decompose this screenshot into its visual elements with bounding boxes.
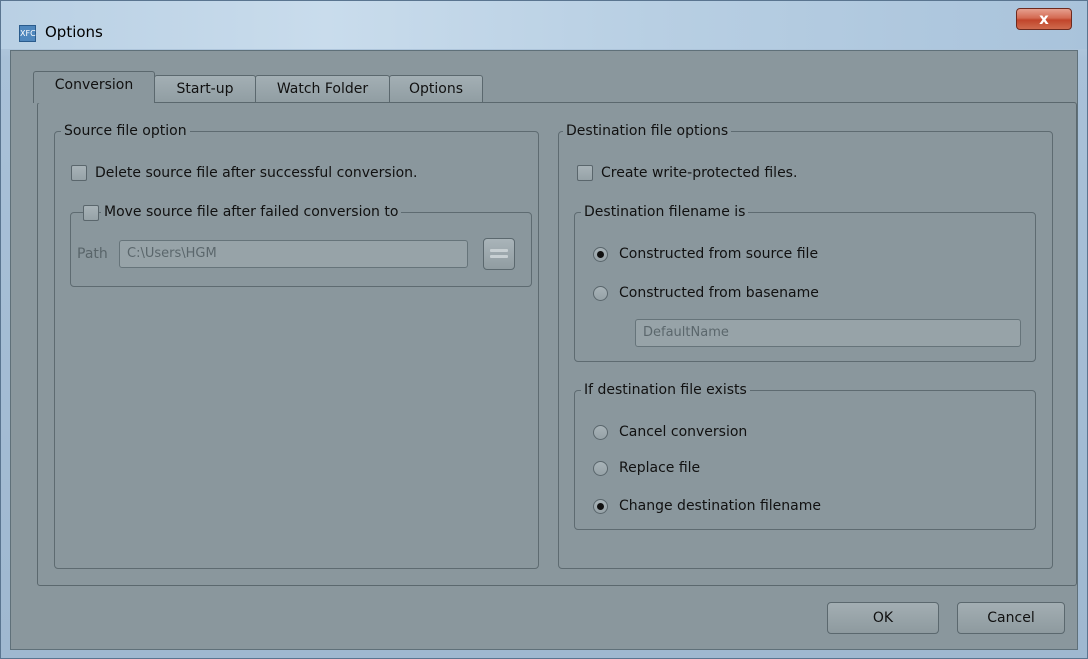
source-file-legend: Source file option (61, 122, 190, 140)
radio-change-destination-filename[interactable] (593, 499, 608, 514)
app-icon: XFC (19, 25, 36, 42)
cancel-button[interactable]: Cancel (957, 602, 1065, 634)
write-protect-checkbox[interactable] (577, 165, 593, 181)
change-destination-filename-label[interactable]: Change destination filename (619, 497, 821, 515)
options-dialog: XFC Options x Conversion Start-up Watch … (0, 0, 1088, 659)
path-label: Path (77, 246, 108, 262)
move-source-groupbox: Move source file after failed conversion… (70, 203, 532, 287)
replace-file-label[interactable]: Replace file (619, 459, 700, 477)
destination-exists-legend: If destination file exists (581, 381, 750, 399)
title-bar[interactable]: XFC Options x (1, 1, 1087, 49)
close-button[interactable]: x (1016, 8, 1072, 30)
cancel-conversion-label[interactable]: Cancel conversion (619, 423, 747, 441)
tab-watch-folder[interactable]: Watch Folder (255, 75, 390, 103)
window-title: Options (45, 23, 103, 41)
dialog-body: Conversion Start-up Watch Folder Options… (10, 50, 1078, 650)
delete-source-label[interactable]: Delete source file after successful conv… (95, 164, 418, 182)
constructed-from-basename-label[interactable]: Constructed from basename (619, 284, 819, 302)
destination-filename-groupbox: Destination filename is Constructed from… (574, 203, 1036, 362)
write-protect-label[interactable]: Create write-protected files. (601, 164, 797, 182)
radio-constructed-from-basename[interactable] (593, 286, 608, 301)
tab-options[interactable]: Options (389, 75, 483, 103)
tab-pane-conversion: Source file option Delete source file af… (37, 102, 1077, 586)
move-source-checkbox[interactable] (83, 205, 99, 221)
destination-file-legend: Destination file options (563, 122, 732, 140)
path-input[interactable]: C:\Users\HGM (119, 240, 468, 268)
browse-path-button[interactable] (483, 238, 515, 270)
ok-button[interactable]: OK (827, 602, 939, 634)
radio-cancel-conversion[interactable] (593, 425, 608, 440)
folder-icon (490, 249, 508, 252)
tab-conversion[interactable]: Conversion (33, 71, 155, 103)
destination-file-groupbox: Destination file options Create write-pr… (558, 122, 1053, 569)
delete-source-checkbox[interactable] (71, 165, 87, 181)
radio-replace-file[interactable] (593, 461, 608, 476)
source-file-groupbox: Source file option Delete source file af… (54, 122, 539, 569)
basename-input[interactable]: DefaultName (635, 319, 1021, 347)
constructed-from-source-label[interactable]: Constructed from source file (619, 245, 818, 263)
destination-exists-groupbox: If destination file exists Cancel conver… (574, 381, 1036, 530)
close-icon: x (1039, 10, 1049, 28)
radio-constructed-from-source[interactable] (593, 247, 608, 262)
move-source-label[interactable]: Move source file after failed conversion… (101, 203, 402, 221)
destination-filename-legend: Destination filename is (581, 203, 749, 221)
tab-start-up[interactable]: Start-up (154, 75, 256, 103)
